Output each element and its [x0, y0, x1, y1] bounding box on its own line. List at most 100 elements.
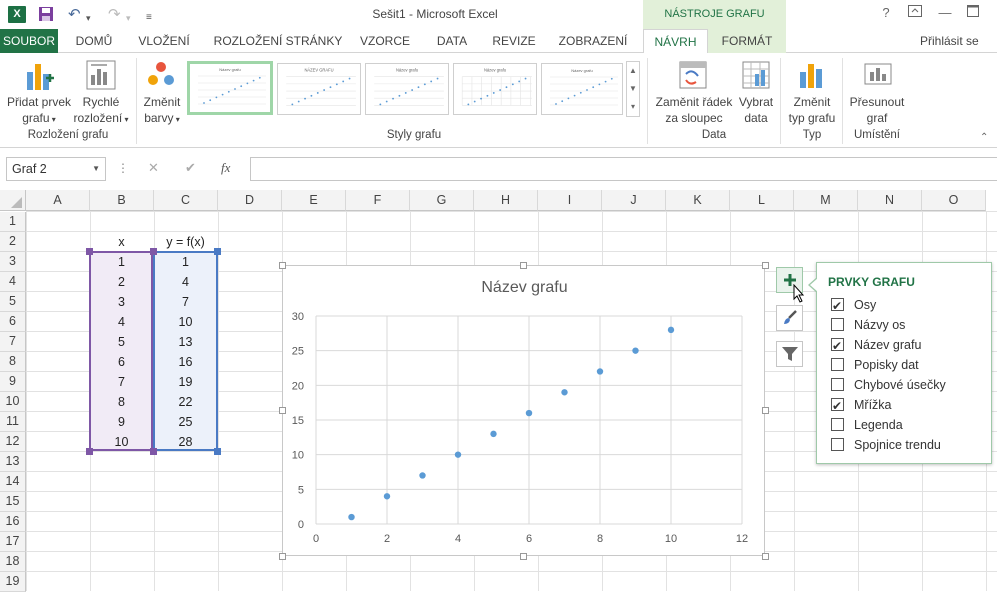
- row-header-17[interactable]: 17: [0, 532, 26, 552]
- resize-handle[interactable]: [150, 448, 157, 455]
- change-chart-type-button[interactable]: Změnit typ grafu: [784, 94, 840, 126]
- column-header-c[interactable]: C: [154, 190, 218, 211]
- move-chart-button[interactable]: Přesunout graf: [846, 94, 908, 126]
- chart-resize-handle[interactable]: [762, 262, 769, 269]
- chart-resize-handle[interactable]: [279, 262, 286, 269]
- checkbox[interactable]: [831, 358, 844, 371]
- scroll-up-icon[interactable]: ▲: [627, 62, 639, 80]
- add-chart-element-icon[interactable]: [24, 60, 54, 95]
- data-point[interactable]: [490, 430, 497, 438]
- row-header-16[interactable]: 16: [0, 512, 26, 532]
- select-data-button[interactable]: Vybrat data: [736, 94, 776, 126]
- chart-element-option[interactable]: Popisky dat: [831, 355, 919, 375]
- row-header-3[interactable]: 3: [0, 252, 26, 272]
- x-value-cell[interactable]: 7: [90, 372, 153, 392]
- column-header-l[interactable]: L: [730, 190, 794, 211]
- y-value-cell[interactable]: 7: [154, 292, 217, 312]
- chart-style-2[interactable]: NÁZEV GRAFU: [277, 63, 361, 115]
- chart-resize-handle[interactable]: [279, 407, 286, 414]
- select-all-corner[interactable]: [0, 190, 26, 211]
- chart-styles-button[interactable]: [776, 305, 803, 331]
- tab-insert[interactable]: VLOŽENÍ: [128, 29, 200, 53]
- chart-resize-handle[interactable]: [520, 553, 527, 560]
- data-point[interactable]: [667, 326, 675, 334]
- checkbox[interactable]: [831, 396, 844, 416]
- data-point[interactable]: [348, 513, 355, 521]
- row-header-2[interactable]: 2: [0, 232, 26, 252]
- formula-bar-more-icon[interactable]: ⋮: [117, 161, 129, 175]
- row-header-6[interactable]: 6: [0, 312, 26, 332]
- tab-home[interactable]: DOMŮ: [66, 29, 122, 53]
- tab-view[interactable]: ZOBRAZENÍ: [552, 29, 634, 53]
- row-header-15[interactable]: 15: [0, 492, 26, 512]
- ribbon-display-icon[interactable]: [905, 5, 925, 20]
- tab-page-layout[interactable]: ROZLOŽENÍ STRÁNKY: [206, 29, 350, 53]
- column-header-o[interactable]: O: [922, 190, 986, 211]
- data-point[interactable]: [632, 347, 639, 354]
- y-value-cell[interactable]: 1: [154, 252, 217, 272]
- column-header-e[interactable]: E: [282, 190, 346, 211]
- checkbox[interactable]: [831, 378, 844, 391]
- enter-icon[interactable]: ✔: [185, 160, 196, 176]
- more-styles-icon[interactable]: ▾: [627, 98, 639, 116]
- column-header-j[interactable]: J: [602, 190, 666, 211]
- column-header-a[interactable]: A: [26, 190, 90, 211]
- chart-element-option[interactable]: Mřížka: [831, 395, 892, 416]
- x-value-cell[interactable]: 1: [90, 252, 153, 272]
- help-icon[interactable]: ?: [876, 5, 896, 20]
- header-y[interactable]: y = f(x): [154, 232, 217, 252]
- row-header-7[interactable]: 7: [0, 332, 26, 352]
- x-value-cell[interactable]: 9: [90, 412, 153, 432]
- row-header-11[interactable]: 11: [0, 412, 26, 432]
- chart-style-4[interactable]: Název grafu: [453, 63, 537, 115]
- collapse-ribbon-icon[interactable]: ⌃: [980, 132, 988, 143]
- y-value-cell[interactable]: 19: [154, 372, 217, 392]
- move-chart-icon[interactable]: [863, 60, 893, 93]
- data-point[interactable]: [525, 409, 533, 417]
- insert-function-icon[interactable]: fx: [221, 160, 230, 176]
- y-value-cell[interactable]: 22: [154, 392, 217, 412]
- sign-in-link[interactable]: Přihlásit se: [920, 29, 979, 53]
- maximize-icon[interactable]: [963, 5, 983, 20]
- row-header-1[interactable]: 1: [0, 212, 26, 232]
- column-header-f[interactable]: F: [346, 190, 410, 211]
- column-header-i[interactable]: I: [538, 190, 602, 211]
- data-point[interactable]: [561, 389, 568, 396]
- change-chart-type-icon[interactable]: [797, 60, 827, 93]
- row-header-14[interactable]: 14: [0, 472, 26, 492]
- y-value-cell[interactable]: 16: [154, 352, 217, 372]
- y-value-cell[interactable]: 28: [154, 432, 217, 452]
- row-header-13[interactable]: 13: [0, 452, 26, 472]
- checkbox[interactable]: [831, 336, 844, 356]
- tab-file[interactable]: SOUBOR: [0, 29, 58, 53]
- checkbox[interactable]: [831, 318, 844, 331]
- switch-row-column-icon[interactable]: [678, 60, 708, 93]
- resize-handle[interactable]: [86, 248, 93, 255]
- row-header-8[interactable]: 8: [0, 352, 26, 372]
- resize-handle[interactable]: [150, 248, 157, 255]
- column-header-g[interactable]: G: [410, 190, 474, 211]
- chart-style-5[interactable]: Název grafu: [541, 63, 623, 115]
- x-value-cell[interactable]: 6: [90, 352, 153, 372]
- tab-format[interactable]: FORMÁT: [714, 29, 780, 53]
- row-header-19[interactable]: 19: [0, 572, 26, 592]
- minimize-icon[interactable]: —: [935, 5, 955, 20]
- tab-review[interactable]: REVIZE: [486, 29, 542, 53]
- scroll-down-icon[interactable]: ▼: [627, 80, 639, 98]
- row-header-10[interactable]: 10: [0, 392, 26, 412]
- x-value-cell[interactable]: 3: [90, 292, 153, 312]
- chart-resize-handle[interactable]: [762, 407, 769, 414]
- chart-style-1[interactable]: Název grafu: [187, 61, 273, 115]
- tab-design[interactable]: NÁVRH: [643, 29, 708, 54]
- chart-filters-button[interactable]: [776, 341, 803, 367]
- chart-plot[interactable]: 0 5 10 15 20 25 30 0 2 4 6 8 10 12: [283, 266, 766, 557]
- x-value-cell[interactable]: 10: [90, 432, 153, 452]
- tab-data[interactable]: DATA: [424, 29, 480, 53]
- checkbox[interactable]: [831, 438, 844, 451]
- x-value-cell[interactable]: 5: [90, 332, 153, 352]
- checkbox[interactable]: [831, 296, 844, 316]
- quick-layout-button[interactable]: Rychlé rozložení ▾: [70, 94, 132, 128]
- data-point[interactable]: [596, 368, 604, 375]
- y-value-cell[interactable]: 25: [154, 412, 217, 432]
- undo-dropdown-icon[interactable]: ▾: [86, 10, 91, 27]
